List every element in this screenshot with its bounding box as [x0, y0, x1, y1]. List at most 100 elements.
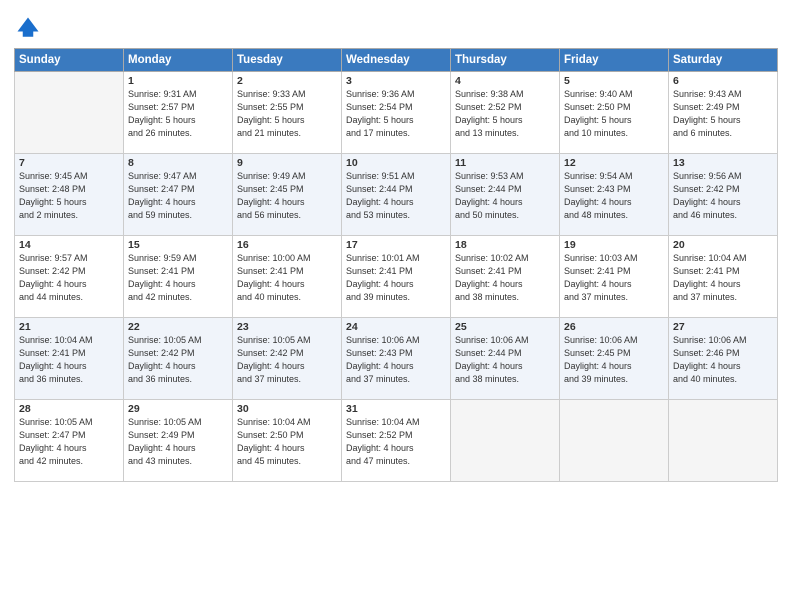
day-number: 11 — [455, 157, 555, 169]
day-info: Sunrise: 10:06 AM Sunset: 2:45 PM Daylig… — [564, 334, 664, 386]
day-number: 7 — [19, 157, 119, 169]
calendar-cell: 16Sunrise: 10:00 AM Sunset: 2:41 PM Dayl… — [233, 236, 342, 318]
day-number: 18 — [455, 239, 555, 251]
day-number: 23 — [237, 321, 337, 333]
day-info: Sunrise: 9:47 AM Sunset: 2:47 PM Dayligh… — [128, 170, 228, 222]
calendar-cell — [560, 400, 669, 482]
day-number: 28 — [19, 403, 119, 415]
calendar-table: SundayMondayTuesdayWednesdayThursdayFrid… — [14, 48, 778, 482]
week-row-2: 14Sunrise: 9:57 AM Sunset: 2:42 PM Dayli… — [15, 236, 778, 318]
day-info: Sunrise: 9:59 AM Sunset: 2:41 PM Dayligh… — [128, 252, 228, 304]
day-number: 16 — [237, 239, 337, 251]
day-info: Sunrise: 10:04 AM Sunset: 2:41 PM Daylig… — [673, 252, 773, 304]
calendar-cell: 8Sunrise: 9:47 AM Sunset: 2:47 PM Daylig… — [124, 154, 233, 236]
day-info: Sunrise: 10:06 AM Sunset: 2:44 PM Daylig… — [455, 334, 555, 386]
day-info: Sunrise: 10:04 AM Sunset: 2:41 PM Daylig… — [19, 334, 119, 386]
page: SundayMondayTuesdayWednesdayThursdayFrid… — [0, 0, 792, 612]
weekday-header-saturday: Saturday — [669, 49, 778, 72]
week-row-3: 21Sunrise: 10:04 AM Sunset: 2:41 PM Dayl… — [15, 318, 778, 400]
calendar-cell: 3Sunrise: 9:36 AM Sunset: 2:54 PM Daylig… — [342, 72, 451, 154]
calendar-cell: 15Sunrise: 9:59 AM Sunset: 2:41 PM Dayli… — [124, 236, 233, 318]
day-info: Sunrise: 9:40 AM Sunset: 2:50 PM Dayligh… — [564, 88, 664, 140]
day-info: Sunrise: 10:04 AM Sunset: 2:50 PM Daylig… — [237, 416, 337, 468]
day-info: Sunrise: 9:54 AM Sunset: 2:43 PM Dayligh… — [564, 170, 664, 222]
day-number: 15 — [128, 239, 228, 251]
day-number: 17 — [346, 239, 446, 251]
day-number: 4 — [455, 75, 555, 87]
day-info: Sunrise: 9:43 AM Sunset: 2:49 PM Dayligh… — [673, 88, 773, 140]
calendar-cell: 19Sunrise: 10:03 AM Sunset: 2:41 PM Dayl… — [560, 236, 669, 318]
calendar-cell: 14Sunrise: 9:57 AM Sunset: 2:42 PM Dayli… — [15, 236, 124, 318]
day-info: Sunrise: 10:00 AM Sunset: 2:41 PM Daylig… — [237, 252, 337, 304]
day-number: 12 — [564, 157, 664, 169]
calendar-cell: 27Sunrise: 10:06 AM Sunset: 2:46 PM Dayl… — [669, 318, 778, 400]
day-info: Sunrise: 10:05 AM Sunset: 2:42 PM Daylig… — [237, 334, 337, 386]
calendar-cell: 5Sunrise: 9:40 AM Sunset: 2:50 PM Daylig… — [560, 72, 669, 154]
day-info: Sunrise: 9:57 AM Sunset: 2:42 PM Dayligh… — [19, 252, 119, 304]
day-info: Sunrise: 9:56 AM Sunset: 2:42 PM Dayligh… — [673, 170, 773, 222]
day-number: 27 — [673, 321, 773, 333]
calendar-cell: 1Sunrise: 9:31 AM Sunset: 2:57 PM Daylig… — [124, 72, 233, 154]
calendar-cell: 30Sunrise: 10:04 AM Sunset: 2:50 PM Dayl… — [233, 400, 342, 482]
calendar-cell — [669, 400, 778, 482]
logo — [14, 14, 46, 42]
calendar-cell: 2Sunrise: 9:33 AM Sunset: 2:55 PM Daylig… — [233, 72, 342, 154]
day-number: 26 — [564, 321, 664, 333]
calendar-cell: 21Sunrise: 10:04 AM Sunset: 2:41 PM Dayl… — [15, 318, 124, 400]
day-number: 8 — [128, 157, 228, 169]
day-info: Sunrise: 10:06 AM Sunset: 2:43 PM Daylig… — [346, 334, 446, 386]
calendar-cell: 26Sunrise: 10:06 AM Sunset: 2:45 PM Dayl… — [560, 318, 669, 400]
day-number: 6 — [673, 75, 773, 87]
day-number: 31 — [346, 403, 446, 415]
day-number: 29 — [128, 403, 228, 415]
week-row-0: 1Sunrise: 9:31 AM Sunset: 2:57 PM Daylig… — [15, 72, 778, 154]
day-number: 13 — [673, 157, 773, 169]
day-number: 19 — [564, 239, 664, 251]
calendar-cell: 28Sunrise: 10:05 AM Sunset: 2:47 PM Dayl… — [15, 400, 124, 482]
day-info: Sunrise: 9:45 AM Sunset: 2:48 PM Dayligh… — [19, 170, 119, 222]
calendar-cell: 20Sunrise: 10:04 AM Sunset: 2:41 PM Dayl… — [669, 236, 778, 318]
calendar-cell: 29Sunrise: 10:05 AM Sunset: 2:49 PM Dayl… — [124, 400, 233, 482]
weekday-header-row: SundayMondayTuesdayWednesdayThursdayFrid… — [15, 49, 778, 72]
day-info: Sunrise: 10:01 AM Sunset: 2:41 PM Daylig… — [346, 252, 446, 304]
calendar-cell: 13Sunrise: 9:56 AM Sunset: 2:42 PM Dayli… — [669, 154, 778, 236]
day-number: 2 — [237, 75, 337, 87]
day-info: Sunrise: 9:51 AM Sunset: 2:44 PM Dayligh… — [346, 170, 446, 222]
calendar-cell: 22Sunrise: 10:05 AM Sunset: 2:42 PM Dayl… — [124, 318, 233, 400]
day-number: 25 — [455, 321, 555, 333]
weekday-header-tuesday: Tuesday — [233, 49, 342, 72]
day-info: Sunrise: 9:49 AM Sunset: 2:45 PM Dayligh… — [237, 170, 337, 222]
day-number: 10 — [346, 157, 446, 169]
day-number: 20 — [673, 239, 773, 251]
calendar-cell: 6Sunrise: 9:43 AM Sunset: 2:49 PM Daylig… — [669, 72, 778, 154]
logo-icon — [14, 14, 42, 42]
day-number: 14 — [19, 239, 119, 251]
weekday-header-sunday: Sunday — [15, 49, 124, 72]
calendar-cell: 31Sunrise: 10:04 AM Sunset: 2:52 PM Dayl… — [342, 400, 451, 482]
header — [14, 10, 778, 42]
calendar-cell: 10Sunrise: 9:51 AM Sunset: 2:44 PM Dayli… — [342, 154, 451, 236]
day-info: Sunrise: 9:53 AM Sunset: 2:44 PM Dayligh… — [455, 170, 555, 222]
day-info: Sunrise: 10:05 AM Sunset: 2:49 PM Daylig… — [128, 416, 228, 468]
calendar-cell: 18Sunrise: 10:02 AM Sunset: 2:41 PM Dayl… — [451, 236, 560, 318]
day-number: 3 — [346, 75, 446, 87]
calendar-cell — [15, 72, 124, 154]
day-info: Sunrise: 9:31 AM Sunset: 2:57 PM Dayligh… — [128, 88, 228, 140]
calendar-cell — [451, 400, 560, 482]
calendar-cell: 9Sunrise: 9:49 AM Sunset: 2:45 PM Daylig… — [233, 154, 342, 236]
day-number: 5 — [564, 75, 664, 87]
day-info: Sunrise: 9:36 AM Sunset: 2:54 PM Dayligh… — [346, 88, 446, 140]
day-info: Sunrise: 10:05 AM Sunset: 2:47 PM Daylig… — [19, 416, 119, 468]
weekday-header-wednesday: Wednesday — [342, 49, 451, 72]
calendar-cell: 23Sunrise: 10:05 AM Sunset: 2:42 PM Dayl… — [233, 318, 342, 400]
day-info: Sunrise: 10:04 AM Sunset: 2:52 PM Daylig… — [346, 416, 446, 468]
day-info: Sunrise: 9:33 AM Sunset: 2:55 PM Dayligh… — [237, 88, 337, 140]
day-info: Sunrise: 10:05 AM Sunset: 2:42 PM Daylig… — [128, 334, 228, 386]
calendar-cell: 24Sunrise: 10:06 AM Sunset: 2:43 PM Dayl… — [342, 318, 451, 400]
day-info: Sunrise: 10:02 AM Sunset: 2:41 PM Daylig… — [455, 252, 555, 304]
day-info: Sunrise: 10:03 AM Sunset: 2:41 PM Daylig… — [564, 252, 664, 304]
calendar-cell: 4Sunrise: 9:38 AM Sunset: 2:52 PM Daylig… — [451, 72, 560, 154]
day-number: 21 — [19, 321, 119, 333]
week-row-4: 28Sunrise: 10:05 AM Sunset: 2:47 PM Dayl… — [15, 400, 778, 482]
day-number: 1 — [128, 75, 228, 87]
